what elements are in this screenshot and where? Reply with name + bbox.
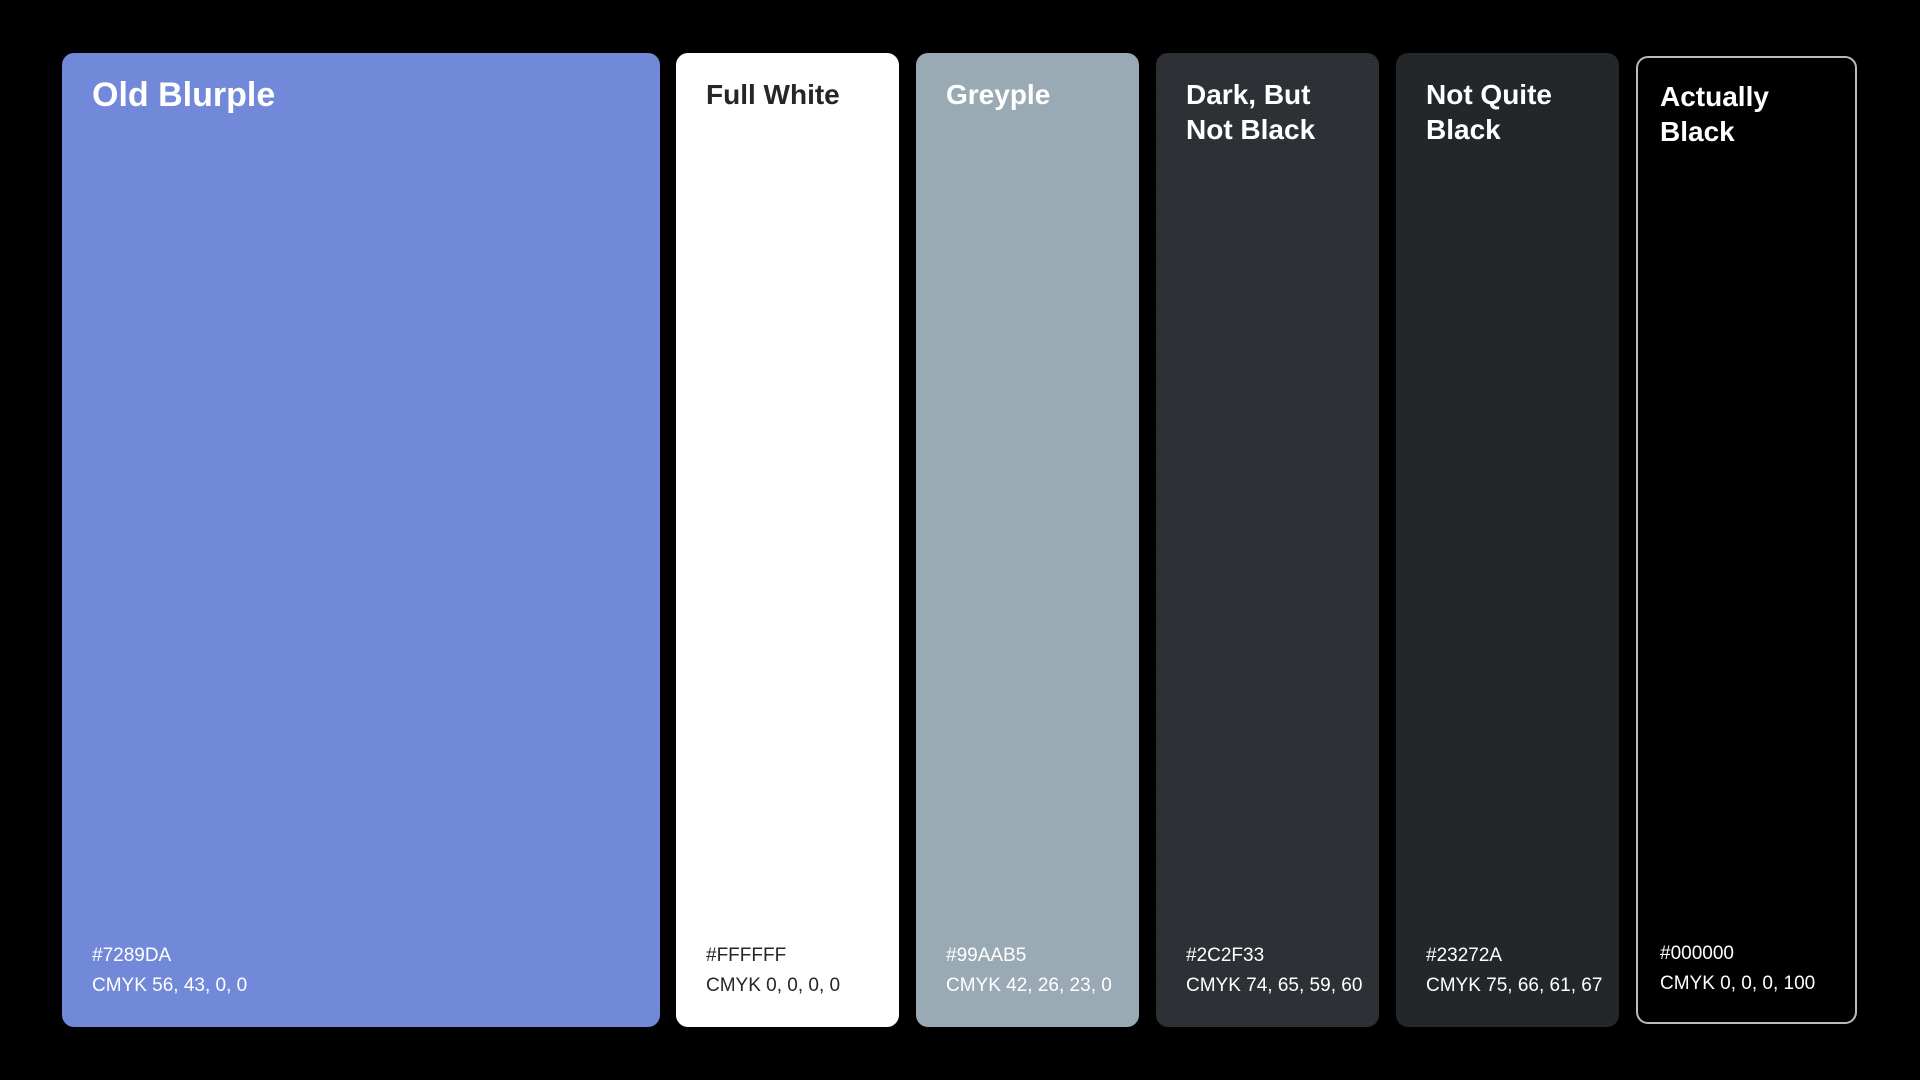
- swatch-greyple: Greyple #99AAB5 CMYK 42, 26, 23, 0: [916, 53, 1139, 1027]
- color-palette: Old Blurple #7289DA CMYK 56, 43, 0, 0 Fu…: [0, 0, 1920, 1080]
- swatch-not-quite-black: Not Quite Black #23272A CMYK 75, 66, 61,…: [1396, 53, 1619, 1027]
- swatch-codes: #99AAB5 CMYK 42, 26, 23, 0: [946, 941, 1129, 1001]
- swatch-name: Greyple: [946, 77, 1119, 112]
- swatch-codes: #2C2F33 CMYK 74, 65, 59, 60: [1186, 941, 1369, 1001]
- swatch-codes: #FFFFFF CMYK 0, 0, 0, 0: [706, 941, 889, 1001]
- swatch-cmyk: CMYK 0, 0, 0, 100: [1660, 969, 1845, 999]
- swatch-codes: #7289DA CMYK 56, 43, 0, 0: [92, 941, 650, 1001]
- swatch-hex: #000000: [1660, 939, 1845, 969]
- swatch-codes: #23272A CMYK 75, 66, 61, 67: [1426, 941, 1609, 1001]
- swatch-cmyk: CMYK 42, 26, 23, 0: [946, 971, 1129, 1001]
- swatch-full-white: Full White #FFFFFF CMYK 0, 0, 0, 0: [676, 53, 899, 1027]
- swatch-codes: #000000 CMYK 0, 0, 0, 100: [1660, 939, 1845, 999]
- swatch-cmyk: CMYK 0, 0, 0, 0: [706, 971, 889, 1001]
- swatch-name: Full White: [706, 77, 879, 112]
- swatch-name: Dark, But Not Black: [1186, 77, 1359, 147]
- swatch-cmyk: CMYK 74, 65, 59, 60: [1186, 971, 1369, 1001]
- swatch-hex: #2C2F33: [1186, 941, 1369, 971]
- swatch-old-blurple: Old Blurple #7289DA CMYK 56, 43, 0, 0: [62, 53, 660, 1027]
- swatch-hex: #7289DA: [92, 941, 650, 971]
- swatch-hex: #23272A: [1426, 941, 1609, 971]
- swatch-actually-black: Actually Black #000000 CMYK 0, 0, 0, 100: [1636, 56, 1857, 1024]
- swatch-hex: #FFFFFF: [706, 941, 889, 971]
- swatch-name: Old Blurple: [92, 75, 640, 115]
- swatch-dark-but-not-black: Dark, But Not Black #2C2F33 CMYK 74, 65,…: [1156, 53, 1379, 1027]
- swatch-name: Not Quite Black: [1426, 77, 1599, 147]
- swatch-cmyk: CMYK 75, 66, 61, 67: [1426, 971, 1609, 1001]
- swatch-cmyk: CMYK 56, 43, 0, 0: [92, 971, 650, 1001]
- swatch-hex: #99AAB5: [946, 941, 1129, 971]
- swatch-name: Actually Black: [1660, 79, 1835, 149]
